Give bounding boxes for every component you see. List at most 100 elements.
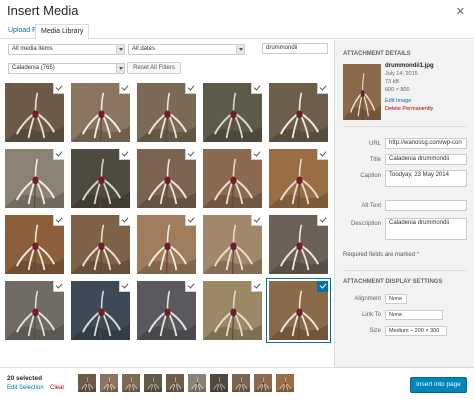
alignment-select[interactable]: None [385,294,407,304]
date-filter-value: All dates [132,46,156,52]
close-icon[interactable]: ✕ [456,5,465,18]
checkmark-icon[interactable] [186,215,196,225]
attachment-thumbnail[interactable] [203,215,262,274]
chevron-down-icon [116,45,124,54]
checkmark-icon[interactable] [120,281,130,291]
chevron-down-icon [116,64,124,73]
checkmark-icon[interactable] [318,281,328,291]
category-filter[interactable]: Caladenia (765) [8,63,125,74]
insert-media-modal: Insert Media ✕ Upload Files Media Librar… [0,0,474,399]
checkmark-icon[interactable] [120,215,130,225]
url-label: URL [368,141,381,147]
selected-thumbnail[interactable] [232,374,250,392]
checkmark-icon[interactable] [120,83,130,93]
attachment-thumbnail[interactable] [269,281,328,340]
required-note-text: Required fields are marked [343,252,416,258]
insert-into-page-button[interactable]: Insert into page [410,377,467,393]
tab-media-library[interactable]: Media Library [35,24,90,40]
checkmark-icon[interactable] [252,281,262,291]
required-star: * [416,252,420,258]
attachment-thumbnail[interactable] [203,281,262,340]
attachment-filesize: 73 kB [385,79,400,85]
checkmark-icon[interactable] [120,149,130,159]
divider [343,126,467,127]
attachment-thumbnail[interactable] [269,149,328,208]
checkmark-icon[interactable] [54,215,64,225]
search-input[interactable]: drummondii [262,43,328,54]
selected-thumbnail[interactable] [254,374,272,392]
selected-thumbnail[interactable] [166,374,184,392]
attachment-dimensions: 600 × 800 [385,87,410,93]
edit-selection-link[interactable]: Edit Selection [7,385,44,391]
selected-thumbnail[interactable] [210,374,228,392]
reset-filters-button[interactable]: Reset All Filters [127,62,181,74]
selection-count: 20 selected [7,375,43,382]
attachment-thumbnail[interactable] [137,281,196,340]
attachment-sidebar: Attachment Details drummondii1.jpg July … [334,40,474,367]
attachment-thumbnail[interactable] [5,83,64,142]
checkmark-icon[interactable] [252,83,262,93]
attachment-preview [343,64,381,120]
checkmark-icon[interactable] [318,149,328,159]
selected-thumbnail[interactable] [144,374,162,392]
category-filter-value: Caladenia (765) [12,65,55,71]
edit-image-link[interactable]: Edit Image [385,98,411,104]
attachment-thumbnail[interactable] [203,83,262,142]
link-to-label: Link To [362,312,381,318]
alignment-label: Alignment [354,296,381,302]
attachment-thumbnail[interactable] [203,149,262,208]
checkmark-icon[interactable] [186,83,196,93]
alt-text-label: Alt Text [361,203,381,209]
checkmark-icon[interactable] [318,215,328,225]
title-field[interactable]: Caladenia drummondii [385,154,467,165]
checkmark-icon[interactable] [318,83,328,93]
attachment-thumbnail[interactable] [5,215,64,274]
caption-field[interactable]: Toodyay, 23 May 2014 [385,170,467,187]
checkmark-icon[interactable] [54,149,64,159]
attachment-thumbnail[interactable] [71,215,130,274]
date-filter[interactable]: All dates [128,44,245,55]
selected-thumbnail[interactable] [100,374,118,392]
selected-thumbnail[interactable] [122,374,140,392]
display-settings-heading: Attachment Display Settings [343,279,443,285]
url-field[interactable]: http://wanoscg.com/wp-con [385,138,467,149]
selected-thumbnail[interactable] [276,374,294,392]
attachment-thumbnail[interactable] [137,215,196,274]
media-type-filter[interactable]: All media items [8,44,125,55]
selected-thumbnail[interactable] [78,374,96,392]
selected-thumbnail[interactable] [188,374,206,392]
checkmark-icon[interactable] [186,149,196,159]
attachment-thumbnail[interactable] [269,215,328,274]
attachment-thumbnail[interactable] [71,149,130,208]
divider [343,270,467,271]
checkmark-icon[interactable] [54,281,64,291]
checkmark-icon[interactable] [54,83,64,93]
caption-label: Caption [360,173,381,179]
media-footer: 20 selected Edit Selection Clear Insert … [0,367,474,399]
checkmark-icon[interactable] [186,281,196,291]
required-note: Required fields are marked * [343,252,419,258]
attachment-thumbnail[interactable] [5,149,64,208]
attachment-thumbnail[interactable] [269,83,328,142]
attachment-date: July 14, 2015 [385,71,418,77]
attachment-thumbnail[interactable] [71,281,130,340]
checkmark-icon[interactable] [252,149,262,159]
attachment-thumbnail[interactable] [5,281,64,340]
description-label: Description [350,221,381,227]
title-label: Title [369,157,381,163]
attachment-details-heading: Attachment Details [343,51,411,57]
attachment-thumbnail[interactable] [137,149,196,208]
alt-text-field[interactable] [385,200,467,211]
media-type-filter-value: All media items [12,46,53,52]
clear-selection-link[interactable]: Clear [50,385,64,391]
description-field[interactable]: Caladenia drummondii [385,218,467,240]
link-to-select[interactable]: None [385,310,443,320]
attachment-thumbnail[interactable] [137,83,196,142]
modal-title: Insert Media [7,3,79,18]
media-toolbar: All media items All dates Caladenia (765… [0,39,334,79]
attachment-thumbnail[interactable] [71,83,130,142]
delete-permanently-link[interactable]: Delete Permanently [385,106,433,112]
size-select[interactable]: Medium – 200 × 300 [385,326,447,336]
checkmark-icon[interactable] [252,215,262,225]
size-label: Size [369,328,381,334]
